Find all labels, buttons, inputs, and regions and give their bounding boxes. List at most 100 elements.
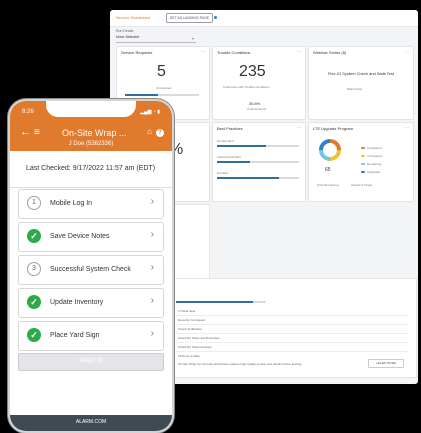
table-row[interactable]: Check Verification: [178, 327, 202, 331]
check-circle-icon: ✓: [27, 295, 41, 309]
checklist-item-save-device-notes[interactable]: ✓ Save Device Notes ›: [18, 222, 164, 252]
checklist-item-label: Mobile Log In: [50, 200, 93, 207]
step-number-icon: 3: [27, 262, 41, 276]
webinar-headline: Flex-IO System Check and Walk Test: [327, 71, 395, 76]
signal-wifi-battery-icon: ▂▄▆ ◔ ▮: [140, 109, 160, 115]
check-circle-icon: ✓: [27, 229, 41, 243]
card-title: Trouble Conditions: [217, 50, 251, 55]
checklist-item-label: Successful System Check: [50, 266, 131, 273]
lte-donut: [319, 139, 341, 161]
table-row[interactable]: All Done to Date: [178, 354, 200, 358]
card-title: Best Practices: [217, 126, 243, 131]
more-icon[interactable]: ⋯: [201, 49, 205, 54]
table-row-divider: [176, 342, 408, 343]
card-lte[interactable]: LTE Upgrade Program ⋯ 65 Completed In Pr…: [308, 122, 414, 202]
trouble-stat: 35.8%: [249, 101, 261, 106]
service-requests-sublabel: Unresolved: [156, 86, 172, 90]
legend-dot: [361, 155, 365, 157]
service-requests-value: 5: [157, 63, 166, 80]
chevron-right-icon: ›: [150, 229, 154, 240]
breadcrumb[interactable]: Service Dashboard: [116, 15, 150, 20]
last-checked-text: Last Checked: 9/17/2022 11:57 am (EDT): [26, 165, 156, 172]
table-row[interactable]: 4 Ticket Sets: [178, 309, 195, 313]
legend-label: Completed: [367, 146, 382, 150]
chevron-right-icon: ›: [150, 328, 154, 339]
best-practices-bar: [217, 161, 299, 163]
phone-device: 8:26 ▂▄▆ ◔ ▮ ← ≡ On-Site Wrap ... ⌂ ? J …: [8, 99, 174, 433]
service-select[interactable]: None Selected ▾: [116, 35, 196, 43]
table-row-divider: [176, 333, 408, 334]
chevron-down-icon: ▾: [191, 36, 194, 41]
checklist-item-label: Place Yard Sign: [50, 332, 100, 339]
trouble-stat-label: of all accounts: [247, 107, 267, 111]
help-icon[interactable]: ?: [156, 129, 164, 137]
progress-bar: [125, 94, 199, 96]
trouble-sub: Customers with Trouble Conditions: [223, 85, 270, 89]
lte-value: 65: [325, 167, 331, 173]
customer-subtitle: J Doe (5362336): [68, 141, 114, 147]
service-value: None Selected: [116, 35, 139, 39]
last-checked-bar: Last Checked: 9/17/2022 11:57 am (EDT): [10, 151, 172, 188]
card-webinar[interactable]: Webinar Series (6) ⋯ Flex-IO System Chec…: [308, 46, 414, 120]
back-arrow-icon[interactable]: ←: [20, 126, 31, 138]
step-number-icon: 1: [27, 196, 41, 210]
lte-total-remaining: Total Remaining: [317, 183, 339, 187]
checklist-item-successful-system-check[interactable]: 3 Successful System Check ›: [18, 255, 164, 285]
learn-more-button[interactable]: LEARN MORE: [368, 359, 404, 368]
checklist-item-label: Update Inventory: [50, 299, 104, 306]
service-label: Run Dealer: [116, 29, 134, 33]
hamburger-menu-icon[interactable]: ≡: [34, 127, 40, 138]
best-practices-bar: [217, 177, 299, 179]
more-icon[interactable]: ⋯: [297, 125, 301, 130]
legend-dot: [361, 171, 365, 173]
status-time: 8:26: [22, 109, 34, 115]
wrap-up-label: Wrap Up: [79, 358, 103, 364]
summary-progress: [176, 301, 266, 303]
webinar-link[interactable]: Watch Now: [347, 87, 362, 91]
chevron-right-icon: ›: [150, 262, 154, 273]
table-note: On-Site Wrap Up can help technicians cap…: [178, 362, 303, 366]
info-icon: [214, 16, 217, 19]
card-title: Webinar Series (6): [313, 50, 347, 55]
check-circle-icon: ✓: [27, 328, 41, 342]
card-trouble-conditions[interactable]: Trouble Conditions ⋯ 235 Customers with …: [212, 46, 306, 120]
table-row-divider: [176, 315, 408, 316]
legend-label: Upgraded: [367, 170, 381, 174]
brand-logo: ALARM.COM: [75, 419, 107, 425]
checklist-item-place-yard-sign[interactable]: ✓ Place Yard Sign ›: [18, 321, 164, 351]
table-row[interactable]: Recently Completed: [178, 318, 205, 322]
legend-dot: [361, 163, 365, 165]
wrap-up-button[interactable]: Wrap Up: [18, 353, 164, 371]
lte-ahead: Ahead of Target: [351, 183, 373, 187]
table-row-divider: [176, 351, 408, 352]
summary-table: 4 Ticket Sets Recently Completed Check V…: [165, 278, 417, 378]
page-title: On-Site Wrap ...: [62, 128, 127, 138]
legend-label: Remaining: [367, 162, 382, 166]
table-row[interactable]: Check By Ticket and Reviewed: [178, 336, 219, 340]
checklist-item-mobile-log-in[interactable]: 1 Mobile Log In ›: [18, 189, 164, 219]
checklist-item-update-inventory[interactable]: ✓ Update Inventory ›: [18, 288, 164, 318]
card-title: LTE Upgrade Program: [313, 126, 353, 131]
trouble-value: 235: [239, 63, 266, 80]
card-title: Service Requests: [121, 50, 153, 55]
best-practices-bar: [217, 145, 299, 147]
chevron-right-icon: ›: [150, 295, 154, 306]
table-row[interactable]: Check By Ticket at Reset: [178, 345, 212, 349]
best-practices-row: Enrolled: [217, 171, 229, 175]
more-icon[interactable]: ⋯: [405, 49, 409, 54]
brand-footer: ALARM.COM: [10, 415, 172, 431]
more-icon[interactable]: ⋯: [297, 49, 301, 54]
checklist-item-label: Save Device Notes: [50, 233, 110, 240]
home-icon[interactable]: ⌂: [147, 127, 152, 136]
best-practices-row: Not Enrolled: [217, 139, 234, 143]
app-bar: ← ≡ On-Site Wrap ... ⌂ ? J Doe (5362336): [10, 123, 172, 151]
chevron-right-icon: ›: [150, 196, 154, 207]
phone-notch: [46, 101, 136, 117]
more-icon[interactable]: ⋯: [405, 125, 409, 130]
legend-dot: [361, 147, 365, 149]
legend-label: In Progress: [367, 154, 383, 158]
card-best-practices[interactable]: Best Practices ⋯ Not Enrolled Advanced D…: [212, 122, 306, 202]
best-practices-row: Advanced Default: [217, 155, 241, 159]
dashboard-header: Service Dashboard SET AS LANDING PAGE: [110, 10, 418, 27]
set-landing-button[interactable]: SET AS LANDING PAGE: [166, 13, 213, 23]
